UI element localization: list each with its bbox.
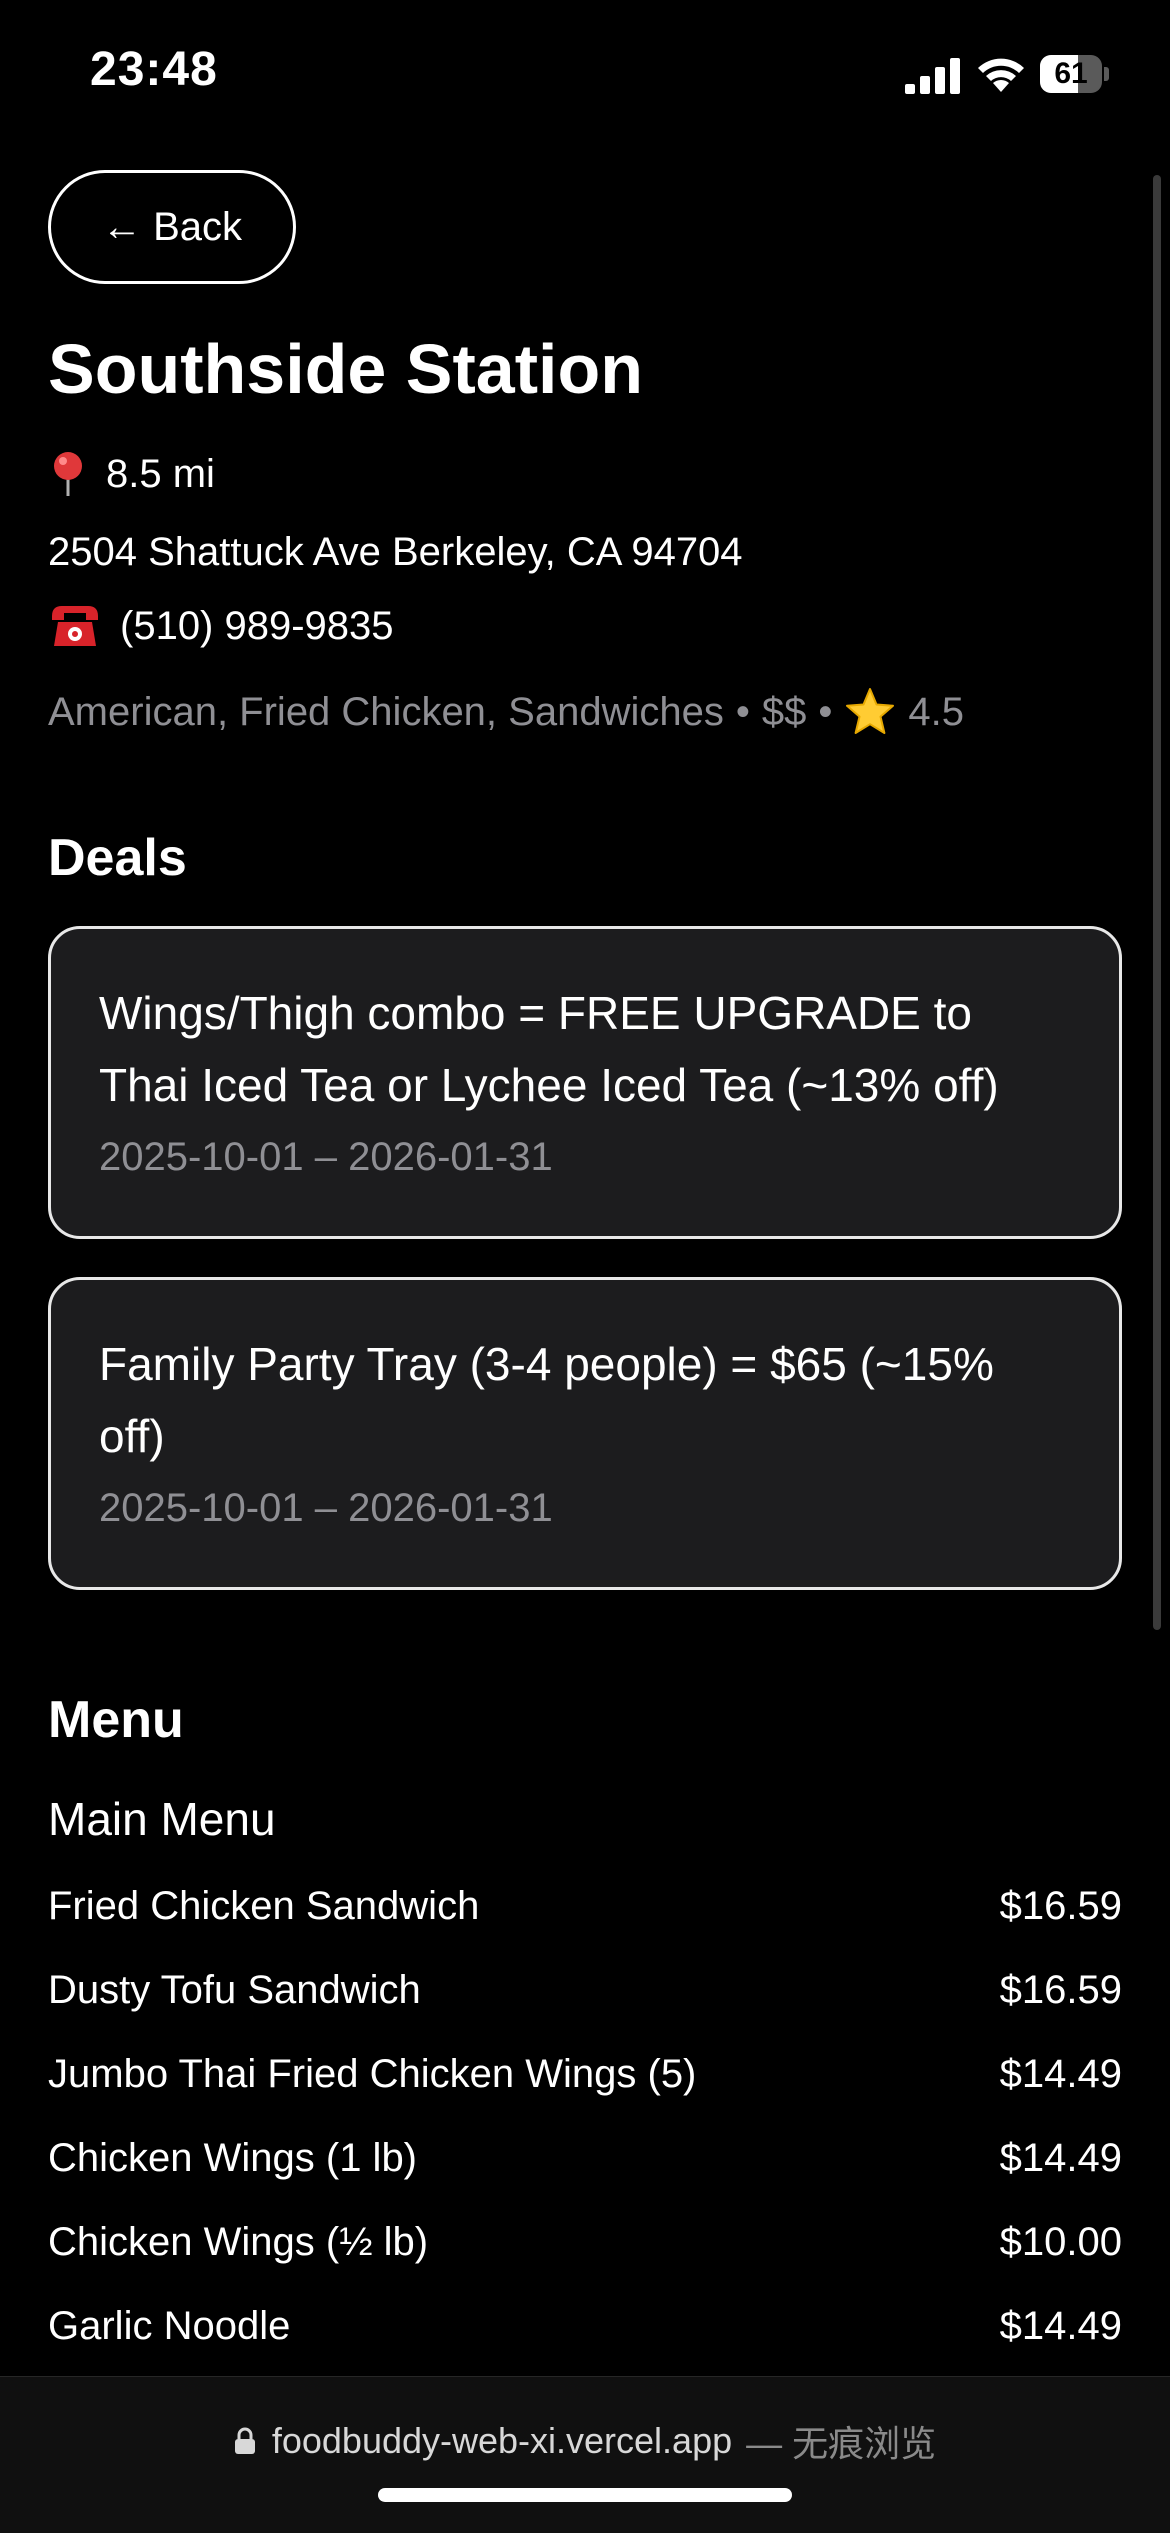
meta-separator: • bbox=[818, 689, 833, 734]
address-bar[interactable]: foodbuddy-web-xi.vercel.app — 无痕浏览 bbox=[0, 2415, 1170, 2467]
menu-item-name: Garlic Noodle bbox=[48, 2304, 291, 2348]
star-icon bbox=[846, 688, 895, 734]
status-bar: 23:48 61 bbox=[0, 0, 1170, 150]
cellular-signal-icon bbox=[905, 58, 960, 94]
lock-icon bbox=[234, 2427, 255, 2454]
menu-item: Garlic Noodle $14.49 bbox=[48, 2302, 1122, 2386]
wifi-icon bbox=[978, 58, 1024, 92]
back-button[interactable]: ← Back bbox=[48, 170, 296, 284]
menu-item: Chicken Wings (1 lb) $14.49 bbox=[48, 2134, 1122, 2218]
restaurant-detail: ← Back Southside Station 8.5 mi 2504 Sha… bbox=[48, 170, 1122, 2386]
address-text: 2504 Shattuck Ave Berkeley, CA 94704 bbox=[48, 530, 743, 574]
phone-line[interactable]: (510) 989-9835 bbox=[48, 602, 1122, 650]
menu-item-price: $14.49 bbox=[999, 2136, 1122, 2180]
battery-icon: 61 bbox=[1040, 55, 1110, 93]
deal-title: Wings/Thigh combo = FREE UPGRADE to Thai… bbox=[99, 987, 999, 1111]
cuisine-list: American, Fried Chicken, Sandwiches bbox=[48, 689, 724, 734]
menu-item: Chicken Wings (½ lb) $10.00 bbox=[48, 2218, 1122, 2302]
status-time: 23:48 bbox=[90, 43, 218, 96]
menu-item-price: $16.59 bbox=[999, 1884, 1122, 1928]
menu-item-name: Fried Chicken Sandwich bbox=[48, 1884, 480, 1928]
telephone-icon bbox=[52, 606, 98, 646]
distance-text: 8.5 mi bbox=[106, 452, 215, 496]
menu-item: Fried Chicken Sandwich $16.59 bbox=[48, 1882, 1122, 1966]
deal-card[interactable]: Family Party Tray (3-4 people) = $65 (~1… bbox=[48, 1277, 1122, 1590]
menu-item-name: Dusty Tofu Sandwich bbox=[48, 1968, 421, 2012]
menu-item-name: Chicken Wings (1 lb) bbox=[48, 2136, 418, 2180]
deal-dates: 2025-10-01 – 2026-01-31 bbox=[99, 1135, 553, 1179]
rating-value: 4.5 bbox=[908, 689, 964, 734]
deal-card[interactable]: Wings/Thigh combo = FREE UPGRADE to Thai… bbox=[48, 926, 1122, 1239]
menu-item-price: $10.00 bbox=[999, 2220, 1122, 2264]
phone-number[interactable]: (510) 989-9835 bbox=[120, 606, 394, 646]
menu-section-title: Main Menu bbox=[48, 1793, 276, 1845]
menu-item-price: $16.59 bbox=[999, 1968, 1122, 2012]
menu-item-name: Jumbo Thai Fried Chicken Wings (5) bbox=[48, 2052, 697, 2096]
battery-level: 61 bbox=[1054, 57, 1088, 90]
restaurant-name: Southside Station bbox=[48, 330, 643, 408]
scrollbar[interactable] bbox=[1153, 175, 1161, 1630]
deal-title: Family Party Tray (3-4 people) = $65 (~1… bbox=[99, 1338, 994, 1462]
menu-heading: Menu bbox=[48, 1691, 184, 1749]
menu-item: Dusty Tofu Sandwich $16.59 bbox=[48, 1966, 1122, 2050]
price-level: $$ bbox=[761, 689, 807, 734]
browser-bottom-bar: foodbuddy-web-xi.vercel.app — 无痕浏览 bbox=[0, 2376, 1170, 2533]
home-indicator[interactable] bbox=[378, 2488, 792, 2502]
distance-line: 8.5 mi bbox=[48, 450, 1122, 498]
battery-cap bbox=[1104, 67, 1109, 81]
menu-item: Jumbo Thai Fried Chicken Wings (5) $14.4… bbox=[48, 2050, 1122, 2134]
deals-heading: Deals bbox=[48, 829, 187, 887]
deal-dates: 2025-10-01 – 2026-01-31 bbox=[99, 1486, 553, 1530]
private-mode-label: — 无痕浏览 bbox=[746, 2423, 937, 2464]
menu-list: Fried Chicken Sandwich $16.59 Dusty Tofu… bbox=[48, 1882, 1122, 2386]
location-pin-icon bbox=[54, 452, 82, 496]
battery-body: 61 bbox=[1040, 55, 1102, 93]
menu-item-price: $14.49 bbox=[999, 2304, 1122, 2348]
meta-separator: • bbox=[735, 689, 750, 734]
url-text[interactable]: foodbuddy-web-xi.vercel.app bbox=[272, 2420, 732, 2462]
restaurant-meta: American, Fried Chicken, Sandwiches • $$… bbox=[48, 686, 1122, 738]
menu-item-name: Chicken Wings (½ lb) bbox=[48, 2220, 429, 2264]
menu-item-price: $14.49 bbox=[999, 2052, 1122, 2096]
